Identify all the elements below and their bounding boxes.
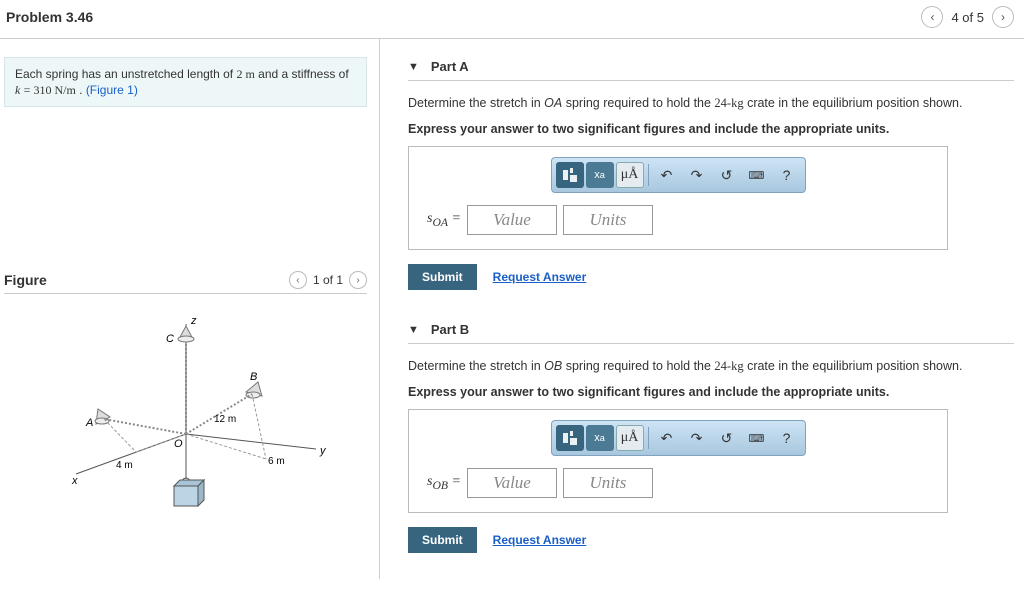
part-b-value-input[interactable]: Value (467, 468, 557, 498)
part-a-answer-area: xa μÅ ↶ ↷ ↺ ⌨ ? sOA = Value Units (408, 146, 948, 250)
problem-header: Problem 3.46 ‹ 4 of 5 › (0, 0, 1024, 39)
symbols-button[interactable]: xa (586, 162, 614, 188)
prev-problem-button[interactable]: ‹ (921, 6, 943, 28)
part-a-instructions: Express your answer to two significant f… (408, 121, 1014, 139)
problem-pager: ‹ 4 of 5 › (921, 6, 1014, 28)
part-a-toolbar: xa μÅ ↶ ↷ ↺ ⌨ ? (551, 157, 806, 193)
part-a-request-answer-link[interactable]: Request Answer (493, 270, 587, 284)
desc-suffix: . (79, 83, 82, 97)
part-b-instructions: Express your answer to two significant f… (408, 384, 1014, 402)
redo-button[interactable]: ↷ (683, 162, 711, 188)
figure-title: Figure (4, 272, 47, 288)
problem-title: Problem 3.46 (6, 9, 93, 25)
symbols-button[interactable]: xa (586, 425, 614, 451)
templates-button[interactable] (556, 425, 584, 451)
units-mu-button[interactable]: μÅ (616, 162, 644, 188)
part-b-answer-area: xa μÅ ↶ ↷ ↺ ⌨ ? sOB = Value Units (408, 409, 948, 513)
svg-text:C: C (166, 333, 174, 345)
toolbar-separator (648, 427, 649, 449)
next-problem-button[interactable]: › (992, 6, 1014, 28)
svg-text:y: y (319, 445, 327, 457)
part-b-units-input[interactable]: Units (563, 468, 653, 498)
collapse-icon[interactable]: ▼ (408, 61, 419, 73)
part-b: ▼ Part B Determine the stretch in OB spr… (408, 316, 1014, 553)
part-a: ▼ Part A Determine the stretch in OA spr… (408, 53, 1014, 290)
svg-text:A: A (85, 417, 93, 429)
figure-page-text: 1 of 1 (313, 273, 343, 287)
figure-link[interactable]: (Figure 1) (86, 83, 138, 97)
figure-pager: ‹ 1 of 1 › (289, 271, 367, 289)
part-b-submit-button[interactable]: Submit (408, 527, 477, 553)
toolbar-separator (648, 164, 649, 186)
part-a-var-label: sOA = (427, 211, 461, 229)
part-a-title: Part A (431, 59, 469, 74)
reset-button[interactable]: ↺ (713, 425, 741, 451)
part-b-title: Part B (431, 322, 469, 337)
units-mu-button[interactable]: μÅ (616, 425, 644, 451)
svg-text:6 m: 6 m (268, 456, 285, 467)
problem-page-text: 4 of 5 (951, 10, 984, 25)
desc-kvar: k (15, 83, 20, 97)
desc-mid: and a stiffness of (258, 67, 349, 81)
help-button[interactable]: ? (773, 162, 801, 188)
svg-text:x: x (71, 475, 78, 487)
part-b-var-label: sOB = (427, 474, 461, 492)
undo-button[interactable]: ↶ (653, 425, 681, 451)
desc-length: 2 m (236, 67, 254, 81)
part-b-request-answer-link[interactable]: Request Answer (493, 533, 587, 547)
figure-prev-button[interactable]: ‹ (289, 271, 307, 289)
keyboard-button[interactable]: ⌨ (743, 425, 771, 451)
svg-text:O: O (174, 438, 183, 450)
part-a-units-input[interactable]: Units (563, 205, 653, 235)
help-button[interactable]: ? (773, 425, 801, 451)
svg-text:B: B (250, 371, 257, 383)
desc-kval: = 310 N/m (24, 83, 76, 97)
redo-button[interactable]: ↷ (683, 425, 711, 451)
axis-z-label: z (190, 315, 197, 327)
collapse-icon[interactable]: ▼ (408, 324, 419, 336)
problem-description: Each spring has an unstretched length of… (4, 57, 367, 107)
part-a-submit-button[interactable]: Submit (408, 264, 477, 290)
templates-button[interactable] (556, 162, 584, 188)
svg-text:4 m: 4 m (116, 460, 133, 471)
reset-button[interactable]: ↺ (713, 162, 741, 188)
undo-button[interactable]: ↶ (653, 162, 681, 188)
keyboard-button[interactable]: ⌨ (743, 162, 771, 188)
figure-next-button[interactable]: › (349, 271, 367, 289)
part-a-value-input[interactable]: Value (467, 205, 557, 235)
part-a-prompt: Determine the stretch in OA spring requi… (408, 95, 1014, 113)
part-b-prompt: Determine the stretch in OB spring requi… (408, 358, 1014, 376)
figure-diagram: z C B A (4, 304, 367, 524)
svg-text:12 m: 12 m (214, 414, 236, 425)
part-b-toolbar: xa μÅ ↶ ↷ ↺ ⌨ ? (551, 420, 806, 456)
desc-prefix: Each spring has an unstretched length of (15, 67, 236, 81)
